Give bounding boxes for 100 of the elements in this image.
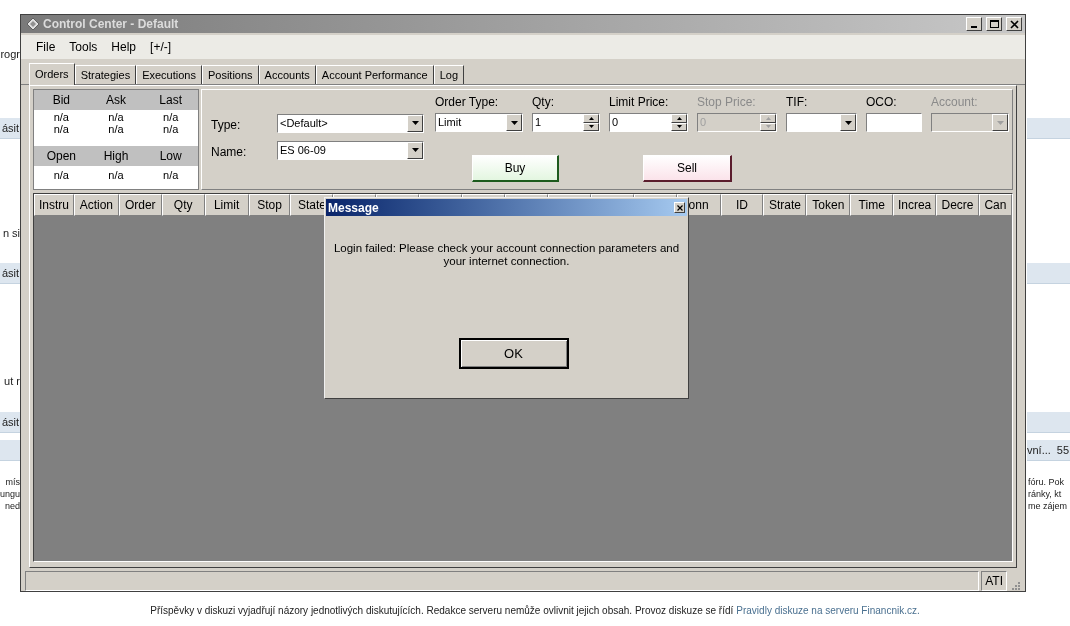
- column-header[interactable]: Action: [73, 194, 119, 216]
- dropdown[interactable]: <Default>: [277, 113, 424, 133]
- quote-value: n/a: [107, 111, 125, 123]
- dropdown-arrow-button[interactable]: [506, 114, 522, 131]
- close-icon: [676, 204, 683, 211]
- page-text: ásit: [1, 265, 20, 281]
- minimize-button[interactable]: [966, 17, 982, 31]
- resize-grip-icon: [1009, 579, 1021, 591]
- caret-up-icon: [588, 116, 594, 120]
- maximize-button[interactable]: [986, 17, 1002, 31]
- sell-button[interactable]: Sell: [643, 155, 732, 182]
- footer-link[interactable]: Pravidly diskuze na serveru Financnik.cz.: [736, 603, 920, 618]
- page-text: ungu: [0, 488, 20, 501]
- tab[interactable]: Executions: [136, 65, 202, 84]
- field-label: TIF:: [786, 94, 809, 108]
- quote-header: Bid: [51, 92, 71, 109]
- tab[interactable]: Strategies: [74, 65, 137, 84]
- quote-value: n/a: [107, 123, 125, 135]
- column-header[interactable]: Limit: [204, 194, 249, 216]
- text-field[interactable]: [866, 113, 922, 132]
- page-bar: [1027, 412, 1070, 433]
- field-label: Qty:: [532, 94, 555, 108]
- menu-item[interactable]: Help: [106, 38, 142, 56]
- dropdown[interactable]: [786, 113, 857, 132]
- dialog-message: Login failed: Please check your account connection parameters and your internet connection.: [332, 242, 681, 269]
- field-label: Account:: [931, 94, 979, 108]
- column-header[interactable]: Instru: [34, 194, 74, 216]
- column-header[interactable]: Can: [978, 194, 1012, 216]
- dropdown-arrow-button[interactable]: [407, 141, 423, 159]
- column-header[interactable]: Increa: [893, 194, 937, 216]
- caret-down-icon: [676, 125, 682, 129]
- tab[interactable]: Accounts: [258, 65, 316, 84]
- column-header[interactable]: Token: [806, 194, 851, 216]
- quote-header: Last: [158, 92, 183, 109]
- page-text: 55: [1056, 442, 1070, 458]
- quote-value: n/a: [162, 111, 180, 123]
- quote-value: n/a: [107, 169, 125, 181]
- spinner-field[interactable]: 1: [532, 113, 600, 132]
- page-bar: [1027, 263, 1070, 284]
- dropdown[interactable]: ES 06-09: [277, 140, 424, 160]
- dropdown-arrow-button[interactable]: [407, 114, 423, 132]
- caret-icon: [411, 121, 419, 125]
- caret-icon: [996, 120, 1004, 125]
- field-label: Stop Price:: [697, 94, 757, 108]
- page-text: n si: [2, 226, 20, 241]
- tab[interactable]: Orders: [29, 63, 75, 85]
- column-header[interactable]: Qty: [161, 194, 205, 216]
- quote-value: n/a: [162, 123, 180, 135]
- menu-item[interactable]: File: [31, 38, 61, 56]
- page-text: mís: [5, 476, 20, 489]
- spinner-field[interactable]: 0: [609, 113, 688, 132]
- field-label: Type:: [211, 117, 242, 134]
- caret-down-icon: [588, 125, 594, 129]
- spin-up-button[interactable]: [583, 114, 599, 123]
- column-header[interactable]: Time: [850, 194, 894, 216]
- page-bar: [1027, 118, 1070, 139]
- menu-item[interactable]: [+/-]: [145, 38, 177, 56]
- quote-value: n/a: [52, 169, 70, 181]
- tab[interactable]: Positions: [201, 65, 259, 84]
- caret-icon: [510, 120, 518, 125]
- page-text: fóru. Pok: [1028, 476, 1065, 489]
- caret-down-icon: [765, 125, 771, 129]
- tab[interactable]: Account Performance: [315, 65, 434, 84]
- dropdown-arrow-button[interactable]: [840, 114, 856, 131]
- spin-up-button[interactable]: [671, 114, 687, 123]
- caret-icon: [411, 148, 419, 152]
- page-text: vní...: [1027, 442, 1051, 458]
- column-header[interactable]: Strate: [763, 194, 807, 216]
- close-button[interactable]: [674, 202, 685, 213]
- quote-header: Ask: [105, 92, 127, 109]
- diamond-icon: [27, 18, 39, 30]
- page-text: ásit: [1, 414, 20, 430]
- column-header[interactable]: ID: [720, 194, 764, 216]
- buy-button[interactable]: Buy: [472, 155, 559, 182]
- quote-value: n/a: [162, 169, 180, 181]
- status-panel: ATI: [981, 571, 1007, 591]
- field-label: Limit Price:: [609, 94, 670, 108]
- close-icon: [1009, 19, 1019, 29]
- menu-item[interactable]: Tools: [64, 38, 103, 56]
- page-text: ásit: [1, 120, 20, 136]
- maximize-icon: [989, 20, 999, 28]
- column-header[interactable]: Stop: [248, 194, 291, 216]
- ok-button[interactable]: OK: [458, 338, 569, 369]
- spin-down-button[interactable]: [583, 122, 599, 131]
- page-bar: [0, 440, 20, 461]
- caret-up-icon: [676, 116, 682, 120]
- close-button[interactable]: [1006, 17, 1022, 31]
- column-header[interactable]: Decre: [936, 194, 979, 216]
- quote-header: Low: [158, 148, 183, 165]
- page-text: ned: [4, 500, 20, 513]
- column-header[interactable]: Order: [118, 194, 162, 216]
- minimize-icon: [971, 26, 977, 28]
- quote-header: Open: [45, 148, 77, 165]
- spin-down-button[interactable]: [671, 122, 687, 131]
- caret-icon: [844, 120, 852, 125]
- tab[interactable]: Log: [433, 65, 464, 84]
- page-text: ránky, kt: [1028, 488, 1062, 501]
- page-text: me zájem: [1028, 500, 1067, 513]
- dropdown[interactable]: Limit: [435, 113, 523, 132]
- field-label: Order Type:: [435, 94, 500, 108]
